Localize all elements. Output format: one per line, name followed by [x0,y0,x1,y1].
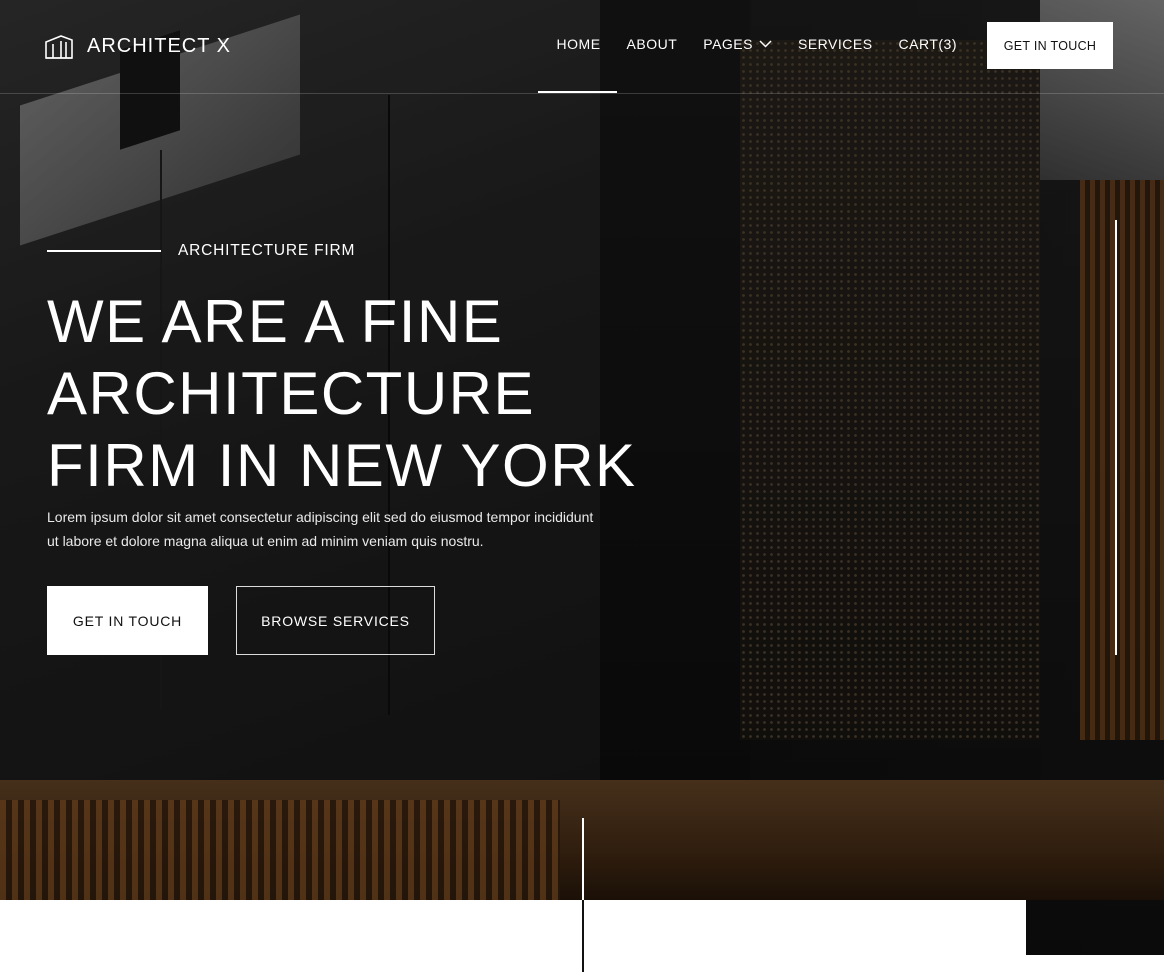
hero-eyebrow: ARCHITECTURE FIRM [47,242,355,260]
eyebrow-text: ARCHITECTURE FIRM [178,242,356,259]
header-get-in-touch-button[interactable]: GET IN TOUCH [987,22,1113,69]
nav-home-label: HOME [556,36,601,52]
nav-about-label: ABOUT [626,36,678,52]
description-line: Lorem ipsum dolor sit amet consectetur a… [47,509,594,525]
content-section-card [0,900,1026,972]
browse-services-button[interactable]: BROWSE SERVICES [236,586,435,655]
main-nav: HOME ABOUT PAGES SERVICES CART(3) [557,36,957,52]
nav-services-label: SERVICES [797,36,873,52]
slider-progress-line [1115,220,1117,655]
hero-description: Lorem ipsum dolor sit amet consectetur a… [47,505,647,553]
brand-name: ARCHITECT X [87,34,231,57]
headline-line: ARCHITECTURE [47,360,536,427]
hero-headline: WE ARE A FINE ARCHITECTURE FIRM IN NEW Y… [47,286,687,502]
content-section-edge [1026,955,1164,972]
site-header: ARCHITECT X HOME ABOUT PAGES SERVICES CA… [0,0,1164,94]
description-line: ut labore et dolore magna aliqua ut enim… [47,533,484,549]
nav-active-indicator [538,91,617,93]
get-in-touch-button[interactable]: GET IN TOUCH [47,586,208,655]
scroll-indicator-line-light [582,818,584,900]
nav-cart-label: CART(3) [898,36,957,52]
nav-home[interactable]: HOME [557,36,601,52]
nav-pages[interactable]: PAGES [703,36,772,52]
eyebrow-line [47,250,161,252]
headline-line: FIRM IN NEW YORK [47,432,637,499]
nav-about[interactable]: ABOUT [627,36,678,52]
headline-line: WE ARE A FINE [47,288,504,355]
nav-pages-label: PAGES [703,36,753,52]
brand-logo[interactable]: ARCHITECT X [45,33,231,59]
building-outline-icon [45,35,73,59]
chevron-down-icon [759,40,772,48]
nav-services[interactable]: SERVICES [798,36,873,52]
nav-cart[interactable]: CART(3) [899,36,957,52]
